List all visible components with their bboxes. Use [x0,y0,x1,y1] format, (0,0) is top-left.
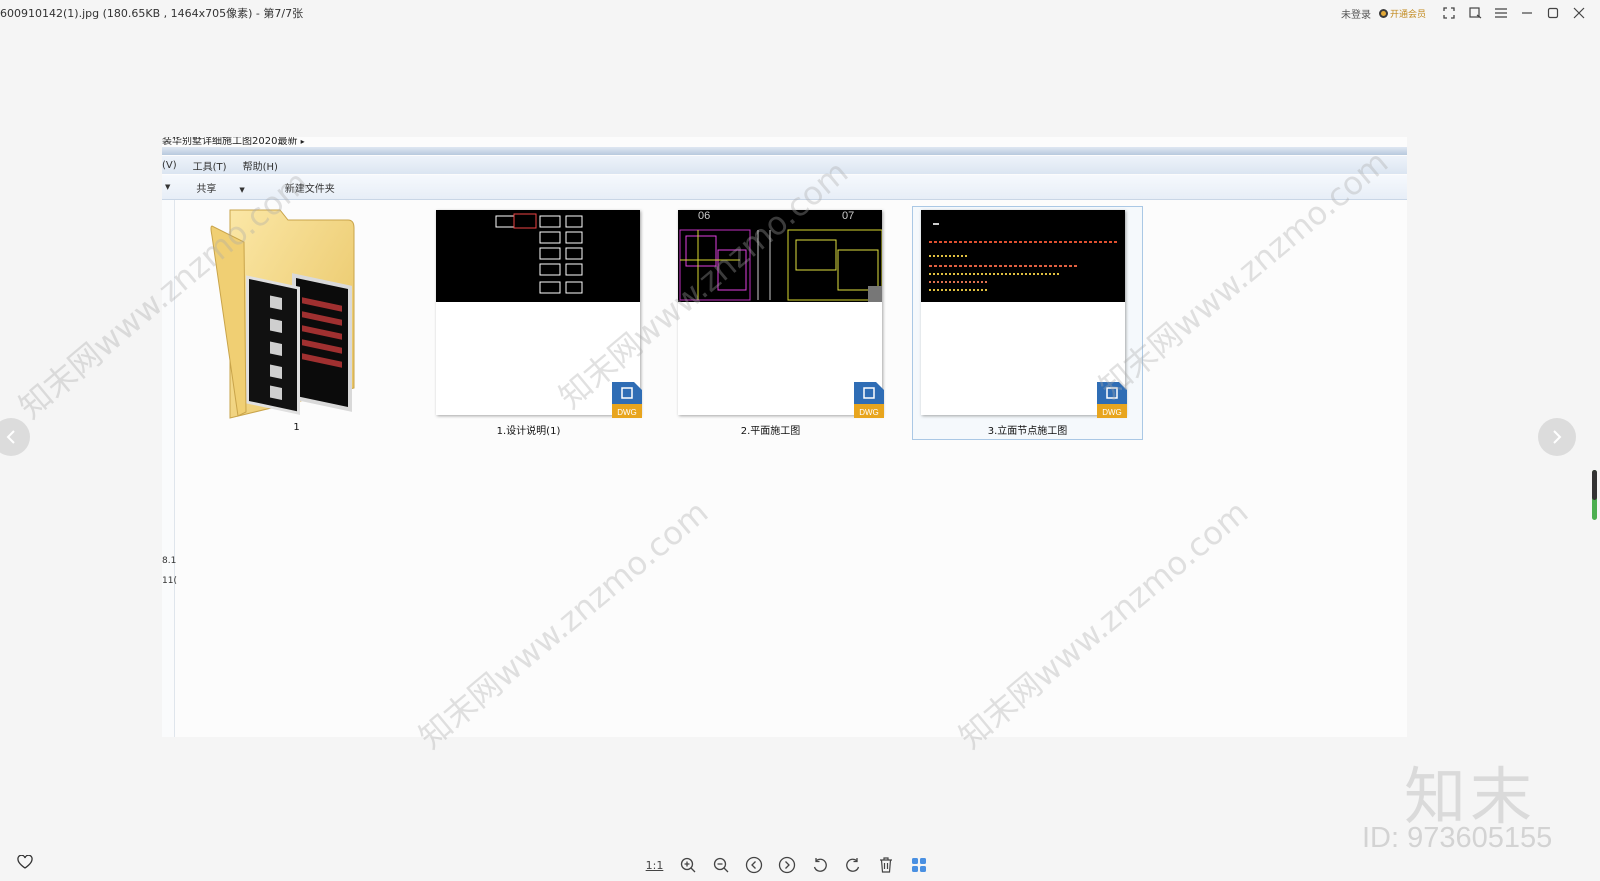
new-folder-button: 新建文件夹 [284,183,335,195]
cad-preview: 06 07 [678,210,882,302]
menu-bar: (V) 工具(T) 帮助(H) [162,156,1407,174]
file-label: 1 [293,422,300,433]
title-bar: 600910142(1).jpg (180.65KB , 1464x705像素)… [0,0,1600,26]
dwg-file-item: DWG 1.设计说明(1) [414,208,643,440]
file-label: 2.平面施工图 [740,426,801,437]
window-controls: 未登录 开通会员 [1341,3,1592,23]
zoom-out-button[interactable] [704,853,737,877]
share-label: 共享 [196,183,217,195]
delete-icon [879,857,892,873]
cad-preview [436,210,640,302]
dwg-file-icon: DWG [612,382,642,418]
navigation-pane: 8.1 11( [162,200,177,737]
zoom-scroll-indicator[interactable] [1592,470,1597,520]
vip-icon [1378,8,1388,18]
bottom-toolbar: 1:1 [0,853,1600,877]
dwg-file-icon: DWG [1097,382,1127,418]
chevron-right-icon [1553,430,1562,444]
file-label: 1.设计说明(1) [496,426,561,437]
cad-preview [921,210,1125,302]
rotate-left-icon [813,858,827,872]
file-title: 600910142(1).jpg (180.65KB , 1464x705像素)… [0,7,304,20]
menu-tools: 工具(T) [192,161,227,173]
viewer-controls: 1:1 [638,853,935,877]
close-icon[interactable] [1566,3,1592,23]
thumbnails-button[interactable] [902,853,935,877]
actual-size-button[interactable]: 1:1 [638,853,671,877]
chevron-left-icon [6,430,15,444]
next-icon [778,856,795,874]
zoom-in-icon [680,857,695,873]
rotate-right-icon [845,858,859,872]
address-strip [162,147,1407,155]
share-button: 共享 ▼ [196,180,264,195]
rotate-right-button[interactable] [836,853,869,877]
previous-icon [745,856,762,874]
delete-button[interactable] [869,853,902,877]
previous-button[interactable] [737,853,770,877]
dwg-file-icon: DWG [854,382,884,418]
login-link[interactable]: 未登录 [1341,6,1371,21]
dropdown-arrow-icon: ▼ [165,183,171,191]
address-text: 装华别墅详细施工图2020最新 [162,137,298,147]
folder-icon [210,209,355,419]
explorer-toolbar: ▼ 共享 ▼ 新建文件夹 [162,175,1407,200]
sheet-number: 06 [698,210,711,222]
file-thumbnail: 06 07 DWG [678,210,884,418]
vip-label: 开通会员 [1389,9,1426,20]
nav-fragment: 8.1 [162,556,177,566]
maximize-icon[interactable] [1540,3,1566,23]
minimize-icon[interactable] [1514,3,1540,23]
file-label: 3.立面节点施工图 [987,426,1068,437]
zoom-out-icon [713,857,728,873]
next-image-button[interactable] [1538,418,1576,456]
share-caret-icon: ▼ [239,185,245,194]
displayed-image: 装华别墅详细施工图2020最新 ▸ (V) 工具(T) 帮助(H) ▼ 共享 ▼ … [162,137,1407,737]
previous-image-button[interactable] [0,418,30,456]
nav-fragment: 11( [162,576,177,586]
file-thumbnail: DWG [921,210,1127,418]
next-button[interactable] [770,853,803,877]
rotate-left-button[interactable] [803,853,836,877]
fullscreen-icon[interactable] [1436,3,1462,23]
brand-id: ID: 973605155 [1362,822,1553,854]
menu-icon[interactable] [1488,3,1514,23]
dwg-badge-label: DWG [859,408,879,417]
dwg-file-item: 06 07 DWG 2.平面施工图 [656,208,885,440]
zoom-in-button[interactable] [671,853,704,877]
pin-icon[interactable] [1462,3,1488,23]
actual-size-label: 1:1 [645,858,664,872]
dwg-file-item-selected: DWG 3.立面节点施工图 [912,206,1143,440]
dwg-badge-label: DWG [617,408,637,417]
menu-view: (V) [162,159,177,171]
vip-button[interactable]: 开通会员 [1378,7,1426,20]
file-thumbnail: DWG [436,210,642,418]
menu-help: 帮助(H) [242,161,278,173]
sheet-number: 07 [842,210,855,222]
dwg-badge-label: DWG [1102,408,1122,417]
thumbnails-icon [911,858,926,872]
folder-item: 1 [182,208,411,440]
